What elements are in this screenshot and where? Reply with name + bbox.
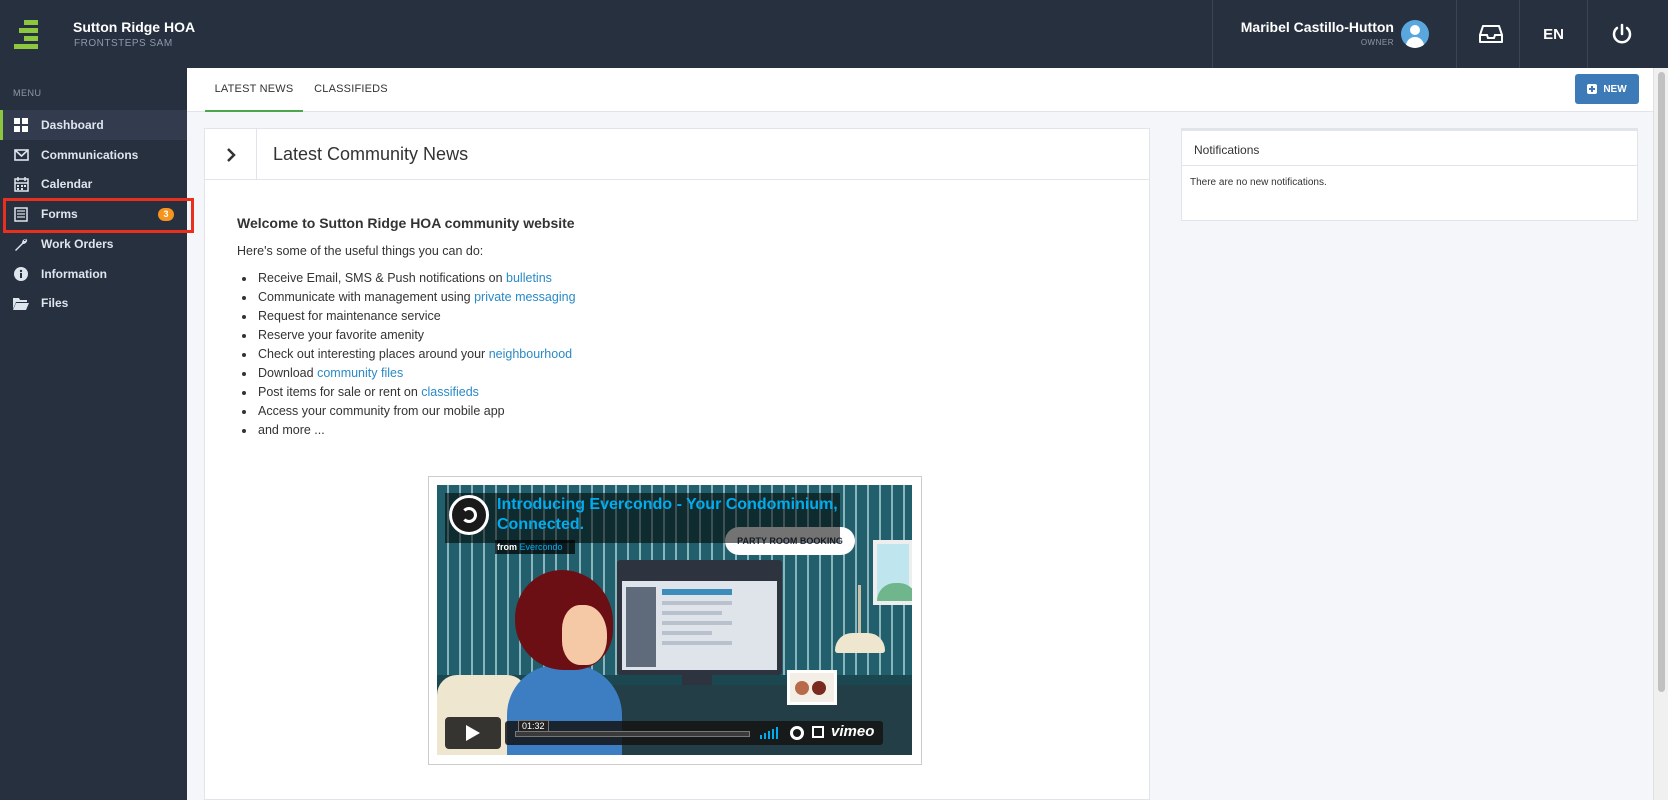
expand-toggle-button[interactable] — [205, 129, 257, 180]
welcome-heading: Welcome to Sutton Ridge HOA community we… — [237, 215, 575, 231]
notifications-header: Notifications — [1182, 131, 1637, 166]
notifications-empty-text: There are no new notifications. — [1190, 177, 1327, 188]
video-title[interactable]: Introducing Evercondo - Your Condominium… — [497, 495, 842, 535]
list-item: Access your community from our mobile ap… — [237, 402, 576, 421]
volume-icon[interactable] — [760, 727, 778, 739]
tab-latest-news[interactable]: LATEST NEWS — [205, 68, 303, 112]
fullscreen-icon[interactable] — [812, 726, 824, 738]
sidebar-item-information[interactable]: Information — [0, 259, 187, 289]
list-item: Check out interesting places around your… — [237, 345, 576, 364]
user-name: Maribel Castillo-Hutton — [1240, 19, 1394, 35]
list-item: and more ... — [237, 421, 576, 440]
org-name: Sutton Ridge HOA — [73, 19, 196, 35]
sidebar-item-label: Information — [41, 267, 107, 281]
language-button[interactable]: EN — [1519, 0, 1587, 68]
form-icon — [13, 206, 29, 222]
scrollbar-thumb[interactable] — [1658, 72, 1665, 692]
sidebar-item-calendar[interactable]: Calendar — [0, 169, 187, 199]
video-author-link[interactable]: Evercondo — [520, 542, 563, 552]
sidebar-item-communications[interactable]: Communications — [0, 140, 187, 170]
list-item: Communicate with management using privat… — [237, 288, 576, 307]
video-controls: 01:32 vimeo — [445, 717, 883, 749]
classifieds-link[interactable]: classifieds — [421, 385, 479, 399]
top-bar: Sutton Ridge HOA FRONTSTEPS SAM Maribel … — [0, 0, 1668, 68]
vimeo-logo[interactable]: vimeo — [831, 723, 874, 740]
inbox-icon — [1478, 25, 1503, 43]
lamp-illustration — [835, 633, 885, 653]
folder-icon — [13, 295, 29, 311]
evercondo-logo-icon[interactable] — [449, 495, 489, 535]
window-illustration — [873, 540, 912, 605]
sidebar-item-work-orders[interactable]: Work Orders — [0, 229, 187, 259]
list-item: Receive Email, SMS & Push notifications … — [237, 269, 576, 288]
sidebar-item-files[interactable]: Files — [0, 288, 187, 318]
feature-list: Receive Email, SMS & Push notifications … — [237, 269, 576, 440]
user-role: OWNER — [1360, 38, 1394, 47]
new-button-label: NEW — [1603, 83, 1627, 95]
neighbourhood-link[interactable]: neighbourhood — [489, 347, 572, 361]
sidebar-item-dashboard[interactable]: Dashboard — [0, 110, 187, 140]
news-header: Latest Community News — [205, 129, 1149, 180]
sidebar-item-label: Forms — [41, 207, 78, 221]
org-subtitle: FRONTSTEPS SAM — [74, 38, 173, 49]
monitor-illustration — [617, 560, 782, 675]
list-item: Reserve your favorite amenity — [237, 326, 576, 345]
news-panel: Latest Community News Welcome to Sutton … — [204, 128, 1150, 800]
notifications-panel: Notifications There are no new notificat… — [1181, 128, 1638, 221]
play-button[interactable] — [445, 717, 501, 749]
page-scrollbar[interactable] — [1653, 68, 1668, 800]
settings-gear-icon[interactable] — [790, 726, 804, 740]
list-item: Post items for sale or rent on classifie… — [237, 383, 576, 402]
community-files-link[interactable]: community files — [317, 366, 403, 380]
sidebar-item-label: Dashboard — [41, 118, 104, 132]
video-embed[interactable]: PARTY ROOM BOOKING Introducing Evercondo… — [428, 476, 922, 765]
envelope-icon — [13, 147, 29, 163]
info-icon — [13, 266, 29, 282]
sidebar-item-label: Calendar — [41, 177, 93, 191]
list-item: Request for maintenance service — [237, 307, 576, 326]
video-player[interactable]: PARTY ROOM BOOKING Introducing Evercondo… — [437, 485, 912, 755]
video-control-bar: 01:32 vimeo — [505, 720, 883, 745]
user-menu[interactable]: Maribel Castillo-Hutton OWNER — [1212, 0, 1456, 68]
photo-frame-illustration — [787, 670, 837, 705]
menu-label: MENU — [13, 88, 42, 98]
tab-classifieds[interactable]: CLASSIFIEDS — [303, 68, 399, 112]
inbox-button[interactable] — [1456, 0, 1524, 68]
video-time: 01:32 — [518, 720, 549, 732]
calendar-icon — [13, 176, 29, 192]
sidebar-item-label: Files — [41, 296, 69, 310]
private-messaging-link[interactable]: private messaging — [474, 290, 575, 304]
new-button[interactable]: NEW — [1575, 74, 1639, 104]
wrench-icon — [13, 236, 29, 252]
video-byline: from Evercondo — [495, 540, 575, 554]
video-progress-track[interactable]: 01:32 — [515, 720, 750, 737]
plus-icon — [1587, 84, 1598, 94]
sidebar-item-forms[interactable]: Forms 3 — [0, 199, 187, 229]
intro-text: Here's some of the useful things you can… — [237, 244, 484, 258]
sidebar-item-label: Work Orders — [41, 237, 114, 251]
avatar[interactable] — [1401, 20, 1429, 48]
logout-button[interactable] — [1587, 0, 1655, 68]
list-item: Download community files — [237, 364, 576, 383]
power-icon — [1612, 23, 1631, 44]
tab-bar: LATEST NEWS CLASSIFIEDS NEW — [187, 68, 1653, 112]
news-title: Latest Community News — [273, 144, 469, 164]
sidebar: MENU Dashboard Communications Calendar F… — [0, 68, 187, 800]
bulletins-link[interactable]: bulletins — [506, 271, 552, 285]
play-icon — [466, 725, 480, 741]
logo-icon[interactable] — [14, 20, 42, 50]
chevron-right-icon — [226, 147, 236, 162]
notifications-title: Notifications — [1194, 143, 1260, 157]
dashboard-icon — [13, 117, 29, 133]
forms-count-badge: 3 — [158, 208, 174, 221]
sidebar-item-label: Communications — [41, 148, 139, 162]
